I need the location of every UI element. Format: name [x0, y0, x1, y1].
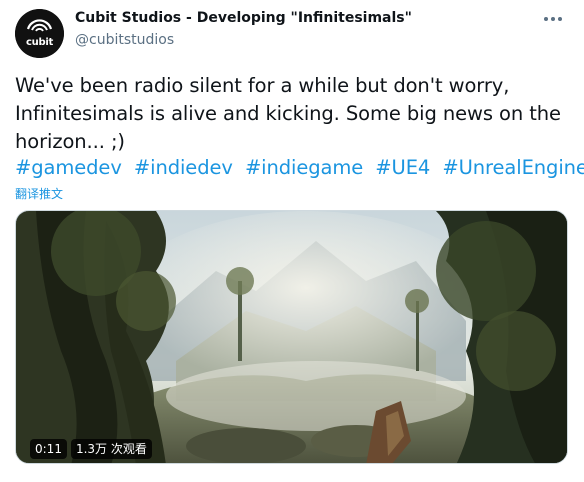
tweet-card[interactable]: cubit Cubit Studios - Developing "Infini… [0, 0, 584, 482]
video-player[interactable] [15, 210, 568, 464]
video-duration: 0:11 [30, 439, 67, 459]
tweet-text-line: horizon... ;) [15, 130, 125, 153]
avatar-logo-text: cubit [26, 37, 53, 48]
hashtag-list: #gamedev #indiedev #indiegame #UE4 #Unre… [15, 155, 584, 181]
cubit-logo-icon [15, 9, 64, 58]
display-name[interactable]: Cubit Studios - Developing "Infinitesima… [75, 10, 412, 26]
hashtag-link[interactable]: #indiedev [134, 156, 233, 179]
more-horizontal-icon [544, 17, 548, 21]
video-view-count: 1.3万 次观看 [70, 439, 152, 459]
more-dot [551, 17, 555, 21]
hashtag-link[interactable]: #UE4 [375, 156, 430, 179]
hashtag-link[interactable]: #gamedev [15, 156, 122, 179]
tweet-text: We've been radio silent for a while but … [15, 72, 577, 156]
avatar[interactable]: cubit [15, 9, 64, 58]
video-stats: 0:11 1.3万 次观看 [30, 438, 156, 460]
hashtag-link[interactable]: #UnrealEngine [442, 156, 584, 179]
tweet-text-line: We've been radio silent for a while but … [15, 74, 510, 97]
translate-tweet-link[interactable]: 翻译推文 [15, 185, 63, 202]
video-thumbnail [16, 211, 567, 463]
hashtag-link[interactable]: #indiegame [245, 156, 363, 179]
more-dot [558, 17, 562, 21]
account-handle[interactable]: @cubitstudios [75, 32, 174, 48]
more-options-button[interactable] [540, 12, 566, 26]
tweet-text-line: Infinitesimals is alive and kicking. Som… [15, 102, 561, 125]
